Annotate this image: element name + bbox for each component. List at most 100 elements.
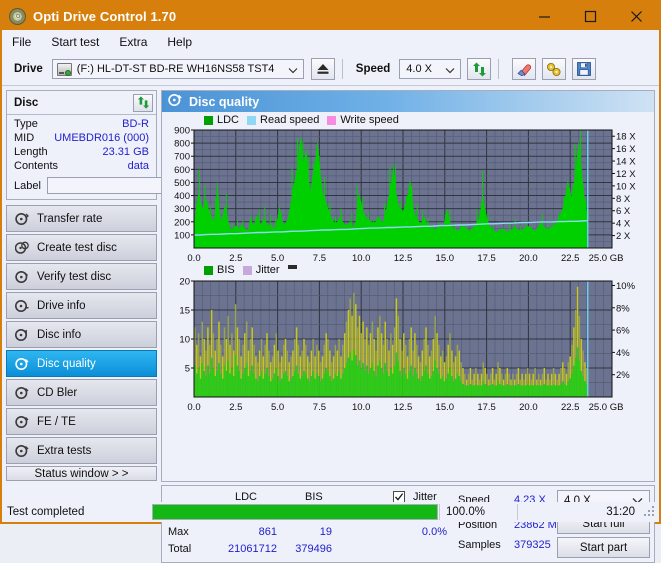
status-window-button[interactable]: Status window > >: [6, 466, 157, 481]
legend-top-chart: LDC Read speed Write speed: [204, 114, 407, 126]
eject-button[interactable]: [310, 58, 335, 80]
stats-total-ldc: 21061712: [228, 543, 277, 555]
stats-panel: LDC BIS Jitter Avg 55.16 0.99 -0.1% Max …: [161, 485, 655, 563]
legend-swatch-bis: [204, 265, 213, 275]
menu-extra[interactable]: Extra: [119, 35, 147, 49]
legend-swatch-jitter: [242, 265, 252, 275]
disc-row-length-key: Length: [14, 146, 48, 158]
svg-text:400: 400: [174, 191, 190, 202]
disc-row-mid-value: UMEBDR016 (000): [54, 132, 149, 144]
sidebar-item-create-test-disc[interactable]: Create test disc: [6, 234, 157, 261]
sidebar: Disc Type BD-R MID UMEBDR016 (000) Lengt…: [6, 90, 249, 482]
svg-text:2%: 2%: [616, 370, 630, 381]
disc-refresh-button[interactable]: [133, 93, 153, 112]
page-title: Disc quality: [189, 94, 260, 109]
menu-help[interactable]: Help: [167, 35, 192, 49]
speed-select[interactable]: 4.0 X: [399, 59, 462, 80]
svg-text:800: 800: [174, 139, 190, 150]
sidebar-item-disc-info[interactable]: Disc info: [6, 321, 157, 348]
svg-text:15.0: 15.0: [436, 253, 455, 264]
svg-text:20.0: 20.0: [519, 253, 538, 264]
legend-item-jitter: Jitter: [242, 264, 280, 276]
svg-text:15: 15: [179, 306, 190, 317]
start-part-button[interactable]: Start part: [557, 537, 650, 558]
progress-bar: [152, 504, 438, 520]
ldc-read-speed-chart: 100 200 300 400 500 600 700 800 900 2 X4 X 6 X8 X 1…: [174, 126, 636, 264]
svg-text:12 X: 12 X: [616, 169, 636, 180]
menu-file[interactable]: File: [12, 35, 31, 49]
main-body: Disc Type BD-R MID UMEBDR016 (000) Lengt…: [2, 86, 659, 482]
sidebar-item-label: CD Bler: [37, 386, 78, 399]
svg-text:17.5: 17.5: [477, 253, 496, 264]
resize-grip[interactable]: [643, 505, 657, 519]
sidebar-item-disc-quality[interactable]: Disc quality: [6, 350, 157, 377]
svg-text:22.5: 22.5: [561, 402, 580, 413]
sidebar-item-label: Extra tests: [37, 444, 92, 457]
fe-te-icon: [15, 415, 29, 429]
speed-select-value: 4.0 X: [406, 63, 432, 75]
disc-row-contents-key: Contents: [14, 160, 59, 172]
disc-info-panel: Disc Type BD-R MID UMEBDR016 (000) Lengt…: [6, 90, 249, 200]
svg-text:100: 100: [174, 230, 190, 241]
drive-select[interactable]: (F:) HL-DT-ST BD-RE WH16NS58 TST4: [51, 59, 304, 80]
bis-jitter-chart: 5 10 15 20 2% 4% 6% 8% 10% 0.0 2.5 5.0 7.5 10.0 12.5 15…: [179, 277, 636, 413]
close-button[interactable]: [613, 2, 659, 30]
svg-text:2.5: 2.5: [229, 253, 242, 264]
disc-row-mid-key: MID: [14, 132, 35, 144]
create-test-disc-icon: [14, 241, 29, 255]
sidebar-item-transfer-rate[interactable]: Transfer rate: [6, 205, 157, 232]
svg-text:10.0: 10.0: [352, 402, 371, 413]
legend-item-ldc: LDC: [204, 114, 239, 126]
svg-text:0.0: 0.0: [187, 253, 200, 264]
disc-quality-panel: Disc quality LDC Read speed Write speed …: [161, 90, 655, 482]
save-button[interactable]: [572, 58, 597, 80]
stats-total-bis: 379496: [295, 543, 332, 555]
window-controls: [521, 2, 659, 30]
legend-swatch-write-speed: [327, 115, 337, 125]
app-icon: [9, 7, 26, 25]
toolbar: Drive (F:) HL-DT-ST BD-RE WH16NS58 TST4 …: [2, 53, 659, 86]
svg-text:10.0: 10.0: [352, 253, 371, 264]
elapsed-time: 31:20: [517, 504, 643, 520]
tools-button[interactable]: [542, 58, 567, 80]
sidebar-item-label: Disc quality: [37, 357, 96, 370]
menu-start-test[interactable]: Start test: [51, 35, 99, 49]
sidebar-item-drive-info[interactable]: Drive info: [6, 292, 157, 319]
minimize-button[interactable]: [521, 2, 567, 30]
svg-text:20.0: 20.0: [519, 402, 538, 413]
sidebar-item-cd-bler[interactable]: CD Bler: [6, 379, 157, 406]
sidebar-item-verify-test-disc[interactable]: Verify test disc: [6, 263, 157, 290]
progress-fill: [153, 505, 437, 519]
disc-row-length-value: 23.31 GB: [102, 146, 149, 158]
svg-text:22.5: 22.5: [561, 253, 580, 264]
disc-row-type: Type BD-R: [7, 117, 156, 131]
disc-panel-header: Disc: [7, 91, 156, 114]
disc-row-contents: Contents data: [7, 159, 156, 173]
stats-max-ldc: 861: [258, 526, 277, 538]
svg-text:300: 300: [174, 204, 190, 215]
disc-row-type-value: BD-R: [122, 118, 149, 130]
maximize-button[interactable]: [567, 2, 613, 30]
chevron-down-icon: [445, 60, 455, 80]
refresh-button[interactable]: [467, 58, 492, 80]
app-window: Opti Drive Control 1.70 File Start test …: [0, 0, 661, 563]
samples-stat-value: 379325: [514, 539, 551, 551]
sidebar-item-fe-te[interactable]: FE / TE: [6, 408, 157, 435]
svg-text:8 X: 8 X: [616, 194, 631, 205]
sidebar-item-label: Create test disc: [37, 241, 117, 254]
window-title: Opti Drive Control 1.70: [33, 8, 177, 24]
speed-label: Speed: [355, 63, 391, 75]
erase-button[interactable]: [512, 58, 537, 80]
chevron-down-icon: [288, 60, 298, 80]
svg-text:14 X: 14 X: [616, 157, 636, 168]
svg-text:16 X: 16 X: [616, 144, 636, 155]
samples-stat-label: Samples: [458, 539, 501, 551]
svg-text:10%: 10%: [616, 281, 636, 292]
extra-tests-icon: [15, 444, 29, 458]
legend-label-read-speed: Read speed: [260, 114, 320, 126]
sidebar-item-extra-tests[interactable]: Extra tests: [6, 437, 157, 464]
drive-select-value: (F:) HL-DT-ST BD-RE WH16NS58 TST4: [76, 63, 275, 75]
sidebar-item-label: Transfer rate: [37, 212, 103, 225]
svg-text:2 X: 2 X: [616, 231, 631, 242]
disc-panel-title: Disc: [14, 96, 39, 109]
